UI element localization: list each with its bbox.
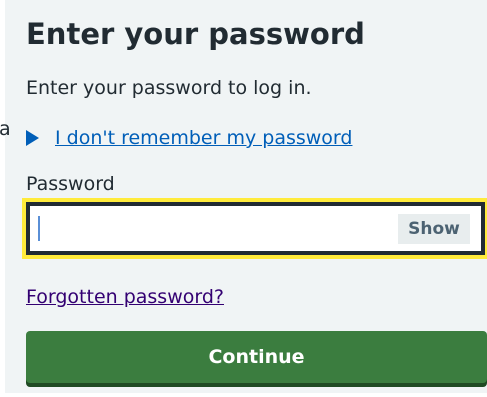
- password-label: Password: [26, 173, 115, 195]
- text-caret: [38, 216, 40, 241]
- password-help-details[interactable]: I don't remember my password: [26, 125, 352, 151]
- details-summary-link[interactable]: I don't remember my password: [55, 127, 352, 149]
- page-title: Enter your password: [26, 17, 365, 51]
- show-password-button[interactable]: Show: [398, 214, 470, 244]
- password-field[interactable]: Show: [26, 202, 485, 255]
- forgotten-password-link[interactable]: Forgotten password?: [26, 286, 224, 308]
- clipped-text: a: [0, 118, 11, 140]
- triangle-right-icon: [26, 130, 39, 146]
- continue-button[interactable]: Continue: [26, 331, 487, 383]
- intro-text: Enter your password to log in.: [26, 77, 312, 99]
